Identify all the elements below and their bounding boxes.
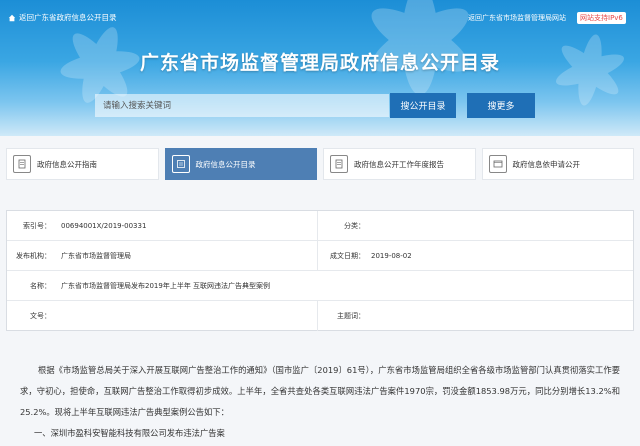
index-label: 索引号： [23, 222, 51, 230]
date-label: 成文日期： [330, 252, 365, 260]
article-subheading: 一、深圳市盈科安智能科技有限公司发布违法广告案 [34, 428, 225, 438]
tab-application-label: 政府信息依申请公开 [512, 159, 581, 169]
document-icon [330, 155, 348, 173]
tab-annual-report-label: 政府信息公开工作年度报告 [354, 159, 444, 169]
info-row: 索引号： 00694001X/2019-00331 分类： [7, 211, 633, 241]
section-tabs: 政府信息公开指南 政府信息公开目录 政府信息公开工作年度报告 政府信息依申请公开 [6, 148, 634, 180]
home-icon [8, 14, 16, 21]
article-body: 根据《市场监管总局关于深入开展互联网广告整治工作的通知》（国市监广〔2019〕6… [20, 360, 620, 444]
article-paragraph: 根据《市场监管总局关于深入开展互联网广告整治工作的通知》（国市监广〔2019〕6… [20, 365, 620, 417]
search-catalog-button[interactable]: 搜公开目录 [390, 93, 456, 118]
index-value: 00694001X/2019-00331 [61, 222, 147, 230]
tab-guide[interactable]: 政府信息公开指南 [6, 148, 159, 180]
name-label: 名称： [30, 282, 51, 290]
info-row: 文号： 主题词： [7, 301, 633, 331]
tab-application[interactable]: 政府信息依申请公开 [481, 148, 634, 180]
search-input[interactable] [95, 94, 389, 117]
search-more-button[interactable]: 搜更多 [467, 93, 535, 118]
page-title: 广东省市场监督管理局政府信息公开目录 [139, 52, 500, 74]
tab-annual-report[interactable]: 政府信息公开工作年度报告 [323, 148, 476, 180]
list-icon [171, 155, 190, 173]
publisher-value: 广东省市场监督管理局 [61, 252, 131, 260]
tab-catalog-label: 政府信息公开目录 [195, 159, 256, 169]
return-catalog-link[interactable]: 返回广东省政府信息公开目录 [8, 12, 117, 23]
tab-catalog[interactable]: 政府信息公开目录 [164, 148, 317, 180]
ipv6-badge[interactable]: 网站支持IPv6 [577, 12, 626, 24]
name-value: 广东省市场监督管理局发布2019年上半年 互联网违法广告典型案例 [61, 282, 271, 290]
info-row: 发布机构： 广东省市场监督管理局 成文日期： 2019-08-02 [7, 241, 633, 271]
window-icon [488, 155, 507, 173]
tab-guide-label: 政府信息公开指南 [37, 159, 97, 169]
top-bar: 返回广东省政府信息公开目录 返回广东省市场监督管理局网站 网站支持IPv6 [0, 0, 640, 34]
subject-label: 主题词： [337, 312, 365, 320]
return-site-link[interactable]: 返回广东省市场监督管理局网站 [468, 13, 566, 23]
date-value: 2019-08-02 [371, 252, 412, 260]
docno-label: 文号： [30, 312, 51, 320]
document-info-table: 索引号： 00694001X/2019-00331 分类： 发布机构： 广东省市… [6, 210, 634, 331]
category-label: 分类： [344, 222, 365, 230]
publisher-label: 发布机构： [16, 252, 51, 260]
info-row: 名称： 广东省市场监督管理局发布2019年上半年 互联网违法广告典型案例 [7, 271, 633, 301]
return-catalog-label: 返回广东省政府信息公开目录 [19, 13, 117, 22]
document-icon [13, 155, 31, 173]
